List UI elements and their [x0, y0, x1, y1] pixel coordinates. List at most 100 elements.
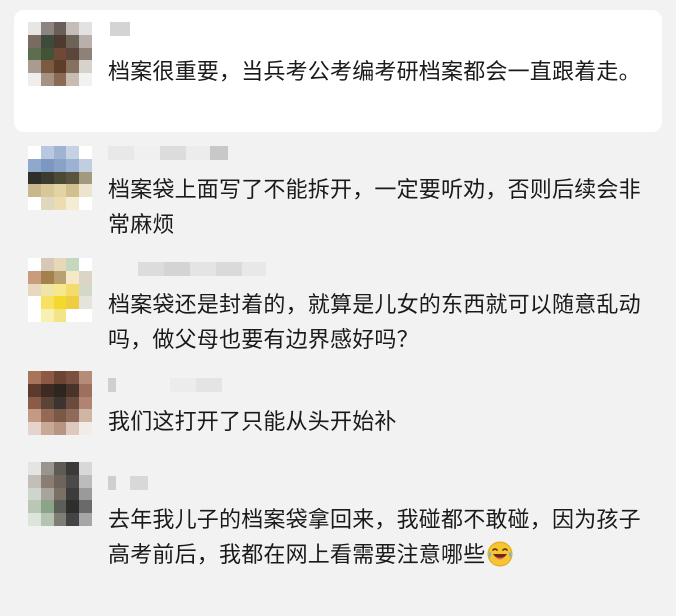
avatar-mosaic-cell: [66, 296, 80, 310]
avatar-mosaic-cell: [79, 462, 92, 475]
avatar-mosaic-cell: [28, 73, 41, 86]
avatar-mosaic-cell: [28, 158, 41, 172]
avatar[interactable]: [28, 258, 92, 322]
avatar[interactable]: [28, 462, 92, 526]
avatar-mosaic-cell: [66, 258, 80, 271]
avatar-mosaic-cell: [28, 60, 41, 74]
avatar-mosaic-cell: [28, 309, 41, 322]
avatar-mosaic-cell: [40, 158, 54, 172]
avatar-mosaic-cell: [66, 513, 80, 526]
avatar-mosaic-cell: [28, 146, 41, 159]
avatar-mosaic-cell: [28, 487, 41, 501]
avatar-mosaic-cell: [79, 487, 92, 501]
avatar-mosaic-cell: [28, 513, 41, 526]
avatar-mosaic-cell: [53, 171, 67, 185]
laughing-tears-emoji-icon: [487, 541, 513, 567]
avatar-mosaic-cell: [66, 146, 80, 159]
avatar-mosaic-cell: [28, 270, 41, 284]
avatar-mosaic-cell: [40, 171, 54, 185]
avatar-mosaic-cell: [79, 158, 92, 172]
avatar-mosaic-cell: [66, 462, 80, 475]
avatar-mosaic-cell: [53, 409, 67, 423]
avatar-mosaic-cell: [40, 146, 54, 159]
avatar-mosaic-cell: [53, 487, 67, 501]
avatar-mosaic-cell: [79, 73, 92, 86]
avatar-mosaic-cell: [53, 422, 67, 435]
avatar-mosaic-cell: [66, 283, 80, 297]
avatar-mosaic-cell: [79, 309, 92, 322]
avatar-mosaic-cell: [79, 513, 92, 526]
avatar-mosaic-cell: [53, 270, 67, 284]
avatar-mosaic-cell: [28, 197, 41, 210]
avatar-mosaic-cell: [40, 371, 54, 384]
avatar-mosaic-cell: [79, 383, 92, 397]
avatar[interactable]: [28, 22, 92, 86]
avatar-mosaic-cell: [28, 258, 41, 271]
avatar-mosaic-cell: [66, 47, 80, 61]
avatar-mosaic-cell: [53, 283, 67, 297]
avatar-mosaic-cell: [53, 73, 67, 86]
avatar-mosaic-cell: [53, 47, 67, 61]
avatar-mosaic-cell: [53, 60, 67, 74]
avatar-mosaic-cell: [28, 47, 41, 61]
username-blurred[interactable]: [138, 262, 266, 276]
avatar-mosaic-cell: [40, 422, 54, 435]
avatar-mosaic-cell: [28, 22, 41, 35]
avatar-mosaic-cell: [28, 409, 41, 423]
avatar-mosaic-cell: [66, 34, 80, 48]
avatar-mosaic-cell: [28, 296, 41, 310]
avatar-mosaic-cell: [79, 47, 92, 61]
avatar-mosaic-cell: [40, 60, 54, 74]
avatar-mosaic-cell: [66, 371, 80, 384]
comment-text: 档案袋还是封着的，就算是儿女的东西就可以随意乱动吗，做父母也要有边界感好吗？: [108, 293, 641, 353]
avatar-mosaic-cell: [66, 158, 80, 172]
avatar-mosaic-cell: [53, 22, 67, 35]
avatar-mosaic-cell: [40, 296, 54, 310]
avatar-mosaic-cell: [53, 158, 67, 172]
avatar-mosaic-cell: [79, 500, 92, 514]
avatar-mosaic-cell: [66, 309, 80, 322]
username-blurred[interactable]: [108, 146, 228, 160]
avatar-mosaic-cell: [53, 296, 67, 310]
avatar-mosaic-cell: [28, 184, 41, 198]
avatar-mosaic-cell: [28, 371, 41, 384]
avatar-mosaic-cell: [66, 22, 80, 35]
avatar-mosaic-cell: [79, 197, 92, 210]
avatar-mosaic-cell: [79, 146, 92, 159]
avatar-mosaic-cell: [66, 487, 80, 501]
username-blurred[interactable]: [108, 378, 222, 392]
avatar-mosaic-cell: [53, 474, 67, 488]
avatar-mosaic-cell: [28, 396, 41, 410]
avatar-mosaic-cell: [79, 474, 92, 488]
avatar-mosaic-cell: [28, 171, 41, 185]
avatar-mosaic-cell: [66, 197, 80, 210]
avatar-mosaic-cell: [66, 60, 80, 74]
avatar-mosaic-cell: [53, 500, 67, 514]
avatar-mosaic-cell: [79, 296, 92, 310]
avatar-mosaic-cell: [40, 500, 54, 514]
avatar-mosaic-cell: [53, 309, 67, 322]
username-blurred[interactable]: [108, 476, 148, 490]
avatar-mosaic-cell: [66, 396, 80, 410]
avatar-mosaic-cell: [28, 34, 41, 48]
avatar-mosaic-cell: [40, 383, 54, 397]
avatar-mosaic-cell: [28, 474, 41, 488]
avatar-mosaic-cell: [53, 146, 67, 159]
comment-text: 档案袋上面写了不能拆开，一定要听劝，否则后续会非常麻烦: [108, 178, 641, 238]
avatar-mosaic-cell: [66, 383, 80, 397]
avatar-mosaic-cell: [28, 283, 41, 297]
avatar-mosaic-cell: [79, 396, 92, 410]
avatar-mosaic-cell: [40, 487, 54, 501]
avatar-mosaic-cell: [66, 500, 80, 514]
username-blurred[interactable]: [110, 22, 130, 36]
avatar[interactable]: [28, 371, 92, 435]
avatar-mosaic-cell: [79, 22, 92, 35]
avatar-mosaic-cell: [40, 22, 54, 35]
avatar-mosaic-cell: [66, 409, 80, 423]
avatar-mosaic-cell: [66, 474, 80, 488]
comment-text-body: 去年我儿子的档案袋拿回来，我碰都不敢碰，因为孩子高考前后，我都在网上看需要注意哪…: [108, 508, 641, 568]
avatar-mosaic-cell: [66, 184, 80, 198]
avatar-mosaic-cell: [53, 396, 67, 410]
avatar-mosaic-cell: [53, 184, 67, 198]
avatar[interactable]: [28, 146, 92, 210]
